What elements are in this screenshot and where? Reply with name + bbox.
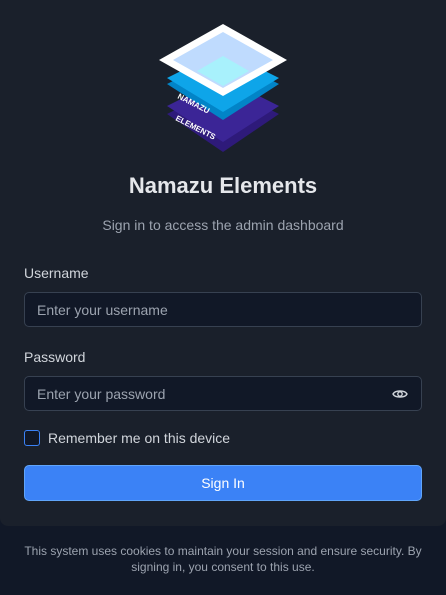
page-title: Namazu Elements	[128, 173, 318, 198]
layered-diamond-logo-icon: NAMAZU ELEMENTS	[159, 24, 287, 152]
login-card: NAMAZU ELEMENTS Namazu Elements Sign in …	[0, 0, 446, 526]
remember-me-label[interactable]: Remember me on this device	[48, 430, 230, 446]
page-subtitle: Sign in to access the admin dashboard	[102, 217, 344, 233]
eye-icon	[392, 390, 408, 398]
remember-me-checkbox[interactable]	[24, 430, 40, 446]
sign-in-button[interactable]: Sign In	[24, 465, 422, 501]
remember-me-row: Remember me on this device	[24, 429, 230, 447]
cookie-notice: This system uses cookies to maintain you…	[24, 544, 422, 574]
username-input[interactable]	[24, 292, 422, 327]
toggle-password-visibility-button[interactable]	[388, 383, 412, 405]
password-label: Password	[24, 349, 86, 365]
username-label: Username	[24, 265, 89, 281]
app-logo: NAMAZU ELEMENTS	[157, 22, 289, 154]
password-input[interactable]	[24, 376, 422, 411]
